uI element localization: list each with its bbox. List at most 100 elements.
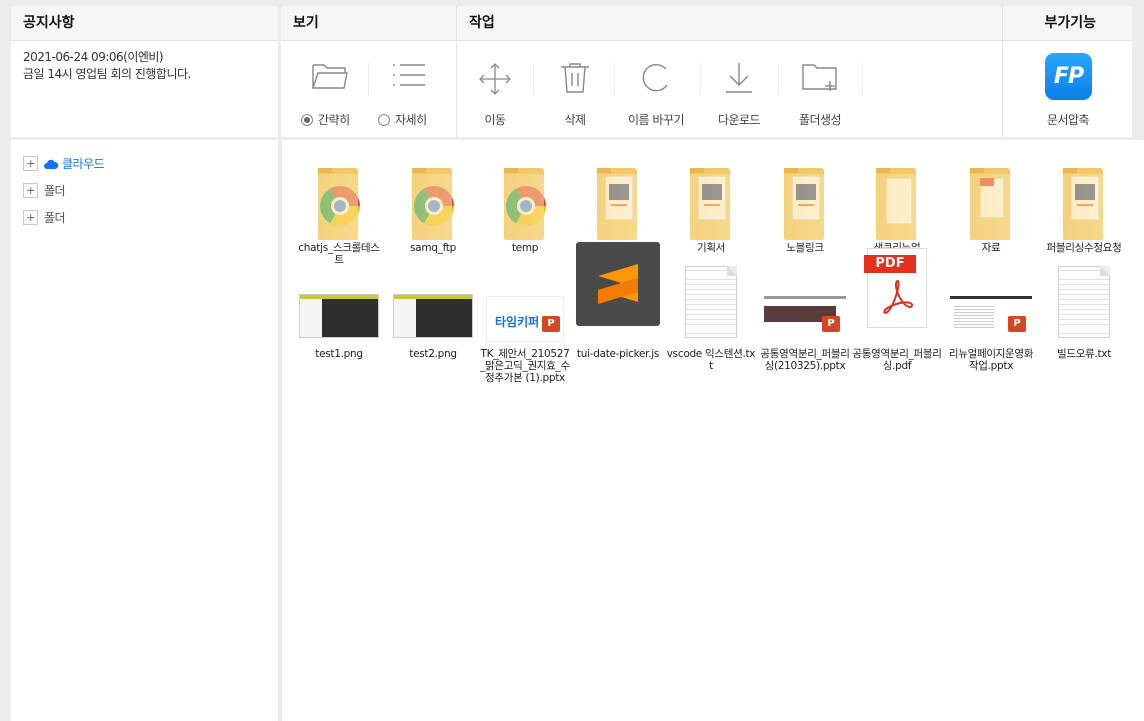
file-thumbnail: 타임키퍼 P [480,260,570,348]
expand-icon[interactable]: + [23,183,38,198]
file-grid: chatjs_스크롤테스트 samq_ftp temp 가이드 리뉴얼 준비기획서 노블… [282,140,1144,721]
file-name: temp [511,242,539,254]
file-name: 리뉴얼페이지운영화작업.pptx [948,348,1034,372]
view-body: 간략히 자세히 [281,41,456,137]
file-thumbnail [480,154,570,242]
folder-icon [774,168,836,240]
extra-body: FP 문서압축 [1002,41,1132,137]
file-thumbnail [852,154,942,242]
view-simple-radio[interactable]: 간략히 [301,111,350,128]
file-name: 공통영역분리_퍼블리싱(210325).pptx [760,348,850,372]
file-thumbnail [1039,260,1129,348]
notice-date: 2021-06-24 09:06(이엔비) [23,50,164,64]
file-thumbnail [294,154,384,242]
download-button[interactable]: 다운로드 [709,41,769,137]
rotate-icon [642,63,668,92]
view-title: 보기 [293,15,319,31]
file-item[interactable]: 샘큐리뉴얼 [852,154,942,254]
file-thumbnail: P [760,260,850,348]
view-detail-radio[interactable]: 자세히 [378,111,427,128]
move-button[interactable]: 이동 [465,41,525,137]
file-item[interactable]: 타임키퍼 P TK_제안서_210527_맑은고딕_권지효_수정추가본 (1).pp… [480,260,570,384]
folder-icon [960,168,1022,240]
file-thumbnail [573,242,663,348]
notice-message: 금일 14시 영업팀 회의 진행합니다. [23,67,191,81]
file-thumbnail [1039,154,1129,242]
tree-item-folder[interactable]: + 폴더 [23,177,266,204]
file-name: 자료 [981,242,1001,254]
delete-button[interactable]: 삭제 [545,41,605,137]
text-file-icon [685,266,737,338]
cloud-icon [44,159,58,169]
file-thumbnail: P [946,260,1036,348]
notice-title: 공지사항 [23,15,75,31]
expand-icon[interactable]: + [23,210,38,225]
file-item[interactable]: 기획서 [666,154,756,254]
file-thumbnail [573,154,663,242]
file-thumbnail [666,260,756,348]
extra-title: 부가기능 [1044,15,1096,31]
file-name: vscode 익스텐션.txt [666,348,756,372]
expand-icon[interactable]: + [23,156,38,171]
file-item[interactable]: vscode 익스텐션.txt [666,260,756,372]
folder-open-icon [312,64,348,89]
file-item[interactable]: 가이드 리뉴얼 준비 [573,154,663,254]
file-item[interactable]: 노블링크 [760,154,850,254]
file-thumbnail: PDF [852,248,942,348]
file-name: TK_제안서_210527_맑은고딕_권지효_수정추가본 (1).pptx [480,348,570,384]
powerpoint-icon: P [1008,316,1026,332]
file-thumbnail [946,154,1036,242]
work-title: 작업 [469,15,495,31]
notice-body: 2021-06-24 09:06(이엔비) 금일 14시 영업팀 회의 진행합니… [11,41,278,137]
tree-item-folder[interactable]: + 폴더 [23,204,266,231]
file-item[interactable]: PDF 공통영역분리_퍼블리싱.pdf [852,248,942,372]
compress-button[interactable]: 문서압축 [1003,41,1133,137]
folder-tree: + 클라우드 + 폴더 + 폴더 [11,140,278,721]
radio-unchecked-icon [378,113,390,126]
file-name: 퍼블리싱수정요청 [1046,242,1122,254]
file-name: test2.png [409,348,457,360]
work-header: 작업 [456,6,1002,41]
rename-button[interactable]: 이름 바꾸기 [619,41,693,137]
file-thumbnail [760,154,850,242]
work-body: 이동 삭제 이름 바꾸기 다운로드 폴더생성 [456,41,1002,137]
text-file-icon [1058,266,1110,338]
file-thumbnail [294,260,384,348]
new-folder-button[interactable]: 폴더생성 [787,41,853,137]
tree-item-cloud[interactable]: + 클라우드 [23,150,266,177]
file-thumbnail [388,154,478,242]
folder-icon [587,168,649,240]
file-thumbnail [666,154,756,242]
powerpoint-icon: P [542,316,560,332]
view-header: 보기 [281,6,456,41]
file-item[interactable]: test1.png [294,260,384,360]
file-item[interactable]: temp [480,154,570,254]
file-item[interactable]: 빌드오류.txt [1039,260,1129,360]
file-name: samq_ftp [410,242,456,254]
file-name: 공통영역분리_퍼블리싱.pdf [852,348,942,372]
folder-plus-icon [802,64,837,91]
file-thumbnail [388,260,478,348]
trash-icon [561,63,589,93]
list-icon [393,64,425,86]
file-item[interactable]: chatjs_스크롤테스트 [294,154,384,266]
file-item[interactable]: P 리뉴얼페이지운영화작업.pptx [946,260,1036,372]
file-item[interactable]: test2.png [388,260,478,360]
file-name: test1.png [315,348,363,360]
image-preview-icon [393,294,473,338]
extra-header: 부가기능 [1002,6,1132,41]
file-item[interactable]: 자료 [946,154,1036,254]
notice-header: 공지사항 [11,6,278,41]
download-icon [726,63,752,93]
sublime-text-icon [576,242,660,326]
file-name: 기획서 [696,242,726,254]
folder-icon [1053,168,1115,240]
file-name: 노블링크 [786,242,824,254]
file-item[interactable]: P 공통영역분리_퍼블리싱(210325).pptx [760,260,850,372]
file-item[interactable]: 퍼블리싱수정요청 [1039,154,1129,254]
file-item[interactable]: tui-date-picker.js [573,242,663,360]
folder-icon [680,168,742,240]
folder-icon [494,168,556,240]
file-item[interactable]: samq_ftp [388,154,478,254]
move-icon [479,63,511,95]
